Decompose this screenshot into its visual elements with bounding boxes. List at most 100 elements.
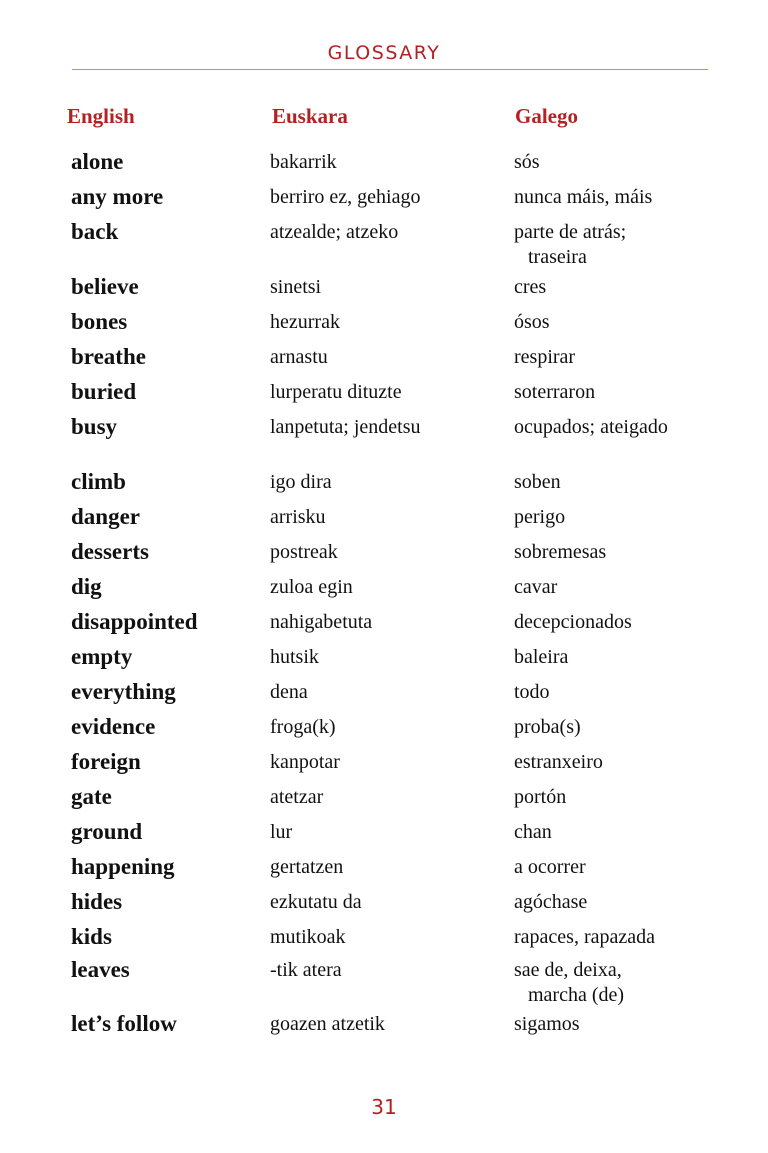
euskara-translation: froga(k): [270, 716, 336, 738]
galego-text: sobremesas: [514, 541, 607, 563]
galego-translation: nunca máis, máis: [514, 185, 652, 209]
euskara-translation: goazen atzetik: [270, 1013, 385, 1035]
galego-text: parte de atrás;: [514, 221, 627, 243]
english-term: buried: [71, 379, 137, 404]
euskara-translation: hezurrak: [270, 311, 340, 333]
english-term: any more: [71, 184, 164, 209]
galego-translation: sae de, deixa, marcha (de): [514, 958, 624, 1007]
galego-translation: soben: [514, 470, 561, 494]
galego-translation: agóchase: [514, 890, 587, 914]
euskara-translation: kanpotar: [270, 751, 340, 773]
english-term: alone: [71, 149, 124, 174]
galego-translation: sós: [514, 150, 540, 174]
galego-translation: ocupados; ateigado: [514, 415, 668, 439]
euskara-translation: arnastu: [270, 346, 328, 368]
euskara-translation: hutsik: [270, 646, 319, 668]
galego-translation: portón: [514, 785, 566, 809]
english-term: disappointed: [71, 609, 198, 634]
galego-text: agóchase: [514, 891, 588, 913]
galego-text: cres: [514, 276, 547, 298]
euskara-translation: berriro ez, gehiago: [270, 186, 421, 208]
galego-translation: sigamos: [514, 1012, 580, 1036]
galego-translation: cres: [514, 275, 546, 299]
galego-text: cavar: [514, 576, 558, 598]
english-term: foreign: [71, 749, 141, 774]
english-term: gate: [71, 784, 112, 809]
galego-translation: decepcionados: [514, 610, 632, 634]
euskara-translation: zuloa egin: [270, 576, 353, 598]
english-term: leaves: [71, 957, 130, 982]
euskara-translation: mutikoak: [270, 926, 346, 948]
euskara-translation: gertatzen: [270, 856, 344, 878]
galego-text: sigamos: [514, 1013, 580, 1035]
galego-translation: sobremesas: [514, 540, 606, 564]
galego-text: baleira: [514, 646, 569, 668]
galego-text: perigo: [514, 506, 566, 528]
euskara-translation: dena: [270, 681, 308, 703]
english-term: ground: [71, 819, 143, 844]
page-number: 31: [371, 1095, 397, 1119]
galego-text: ósos: [514, 311, 550, 333]
galego-translation: respirar: [514, 345, 575, 369]
galego-translation: perigo: [514, 505, 565, 529]
galego-text: decepcionados: [514, 611, 632, 633]
galego-text: nunca máis, máis: [514, 186, 653, 208]
euskara-translation: sinetsi: [270, 276, 322, 298]
galego-text: chan: [514, 821, 552, 843]
euskara-translation: nahigabetuta: [270, 611, 373, 633]
galego-text: rapaces, rapazada: [514, 926, 655, 948]
galego-translation: chan: [514, 820, 552, 844]
column-header-galego: Galego: [515, 104, 578, 128]
galego-translation: rapaces, rapazada: [514, 925, 655, 949]
english-term: desserts: [71, 539, 149, 564]
galego-text: respirar: [514, 346, 576, 368]
english-term: danger: [71, 504, 140, 529]
galego-text: soterraron: [514, 381, 596, 403]
euskara-translation: ezkutatu da: [270, 891, 362, 913]
header-rule: [72, 69, 708, 70]
galego-translation: todo: [514, 680, 550, 704]
galego-translation: soterraron: [514, 380, 595, 404]
english-term: breathe: [71, 344, 146, 369]
galego-text: estranxeiro: [514, 751, 603, 773]
euskara-translation: -tik atera: [270, 959, 342, 981]
english-term: dig: [71, 574, 102, 599]
euskara-translation: lanpetuta; jendetsu: [270, 416, 421, 438]
english-term: hides: [71, 889, 123, 914]
galego-text-continuation: traseira: [528, 246, 587, 268]
galego-text: sós: [514, 151, 540, 173]
euskara-translation: arrisku: [270, 506, 326, 528]
galego-translation: parte de atrás; traseira: [514, 220, 626, 269]
galego-translation: proba(s): [514, 715, 581, 739]
english-term: believe: [71, 274, 139, 299]
euskara-translation: atzealde; atzeko: [270, 221, 399, 243]
galego-translation: baleira: [514, 645, 568, 669]
galego-translation: ósos: [514, 310, 550, 334]
galego-text: ocupados; ateigado: [514, 416, 668, 438]
running-header: GLOSSARY: [327, 42, 441, 64]
galego-text: sae de, deixa,: [514, 959, 622, 981]
euskara-translation: lur: [270, 821, 293, 843]
euskara-translation: postreak: [270, 541, 338, 563]
column-header-english: English: [67, 104, 135, 128]
galego-translation: estranxeiro: [514, 750, 603, 774]
galego-text-continuation: marcha (de): [528, 984, 625, 1006]
english-term: back: [71, 219, 119, 244]
galego-text: a ocorrer: [514, 856, 586, 878]
english-term: evidence: [71, 714, 156, 739]
euskara-translation: igo dira: [270, 471, 332, 493]
euskara-translation: bakarrik: [270, 151, 337, 173]
galego-text: proba(s): [514, 716, 581, 738]
english-term: empty: [71, 644, 133, 669]
english-term: let’s follow: [71, 1011, 177, 1036]
galego-translation: cavar: [514, 575, 557, 599]
english-term: everything: [71, 679, 176, 704]
english-term: busy: [71, 414, 118, 439]
galego-translation: a ocorrer: [514, 855, 586, 879]
english-term: bones: [71, 309, 128, 334]
english-term: climb: [71, 469, 126, 494]
galego-text: todo: [514, 681, 550, 703]
english-term: happening: [71, 854, 175, 879]
euskara-translation: lurperatu dituzte: [270, 381, 402, 403]
column-header-euskara: Euskara: [272, 104, 348, 128]
